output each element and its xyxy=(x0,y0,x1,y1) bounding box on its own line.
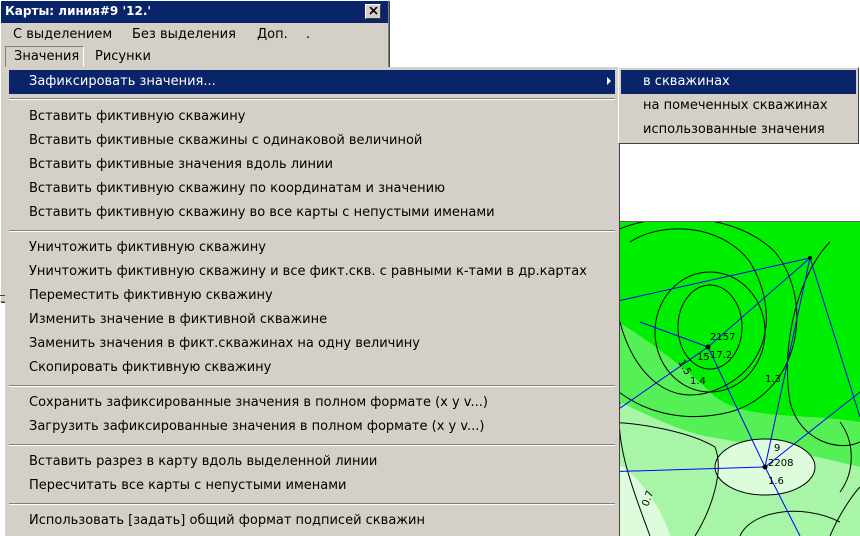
map-label-well-1: 2157 xyxy=(710,332,735,343)
menu-item-label: Вставить разрез в карту вдоль выделенной… xyxy=(29,454,378,469)
close-icon xyxy=(369,7,378,15)
menu-item-unichtozhit[interactable]: Уничтожить фиктивную скважину xyxy=(9,236,615,260)
submenu-item-label: на помеченных скважинах xyxy=(643,98,828,113)
menu-item-label: Вставить фиктивную скважину по координат… xyxy=(29,181,446,196)
menu-separator xyxy=(9,444,615,446)
menubar-bottom: Значения Рисунки xyxy=(1,46,388,68)
menu-item-vstavit-po-koordinatam[interactable]: Вставить фиктивную скважину по координат… xyxy=(9,177,615,201)
menu-separator xyxy=(9,230,615,232)
menu-item-label: Уничтожить фиктивную скважину xyxy=(29,240,266,255)
menu-separator xyxy=(9,385,615,387)
menu-dop[interactable]: Доп. xyxy=(257,27,288,42)
menu-znacheniya[interactable]: Значения xyxy=(5,46,84,68)
window-title-bar[interactable]: Карты: линия#9 '12.' xyxy=(1,1,388,23)
menu-separator xyxy=(9,98,615,100)
submenu-item-na-pomechennykh[interactable]: на помеченных скважинах xyxy=(621,94,856,118)
contour-map-canvas: 2157 1.5 15 17.2 1.4 1.3 9 2208 1.6 0.7 xyxy=(600,222,860,536)
menu-dot[interactable]: . xyxy=(306,27,310,42)
menu-item-sokhranit[interactable]: Сохранить зафиксированные значения в пол… xyxy=(9,391,615,415)
menu-item-skopirovat[interactable]: Скопировать фиктивную скважину xyxy=(9,356,615,380)
menu-item-label: Уничтожить фиктивную скважину и все фикт… xyxy=(29,264,587,279)
map-label-value-1: 17.2 xyxy=(710,350,732,361)
menu-s-vydeleniem[interactable]: С выделением xyxy=(13,27,112,42)
menu-risunki[interactable]: Рисунки xyxy=(95,49,151,64)
menu-item-vstavit-vo-vse-karty[interactable]: Вставить фиктивную скважину во все карты… xyxy=(9,201,615,225)
menu-item-label: Загрузить зафиксированные значения в пол… xyxy=(29,419,485,434)
menu-znacheniya-label: Значения xyxy=(14,49,80,64)
submenu-arrow-icon xyxy=(607,77,611,85)
zafiksirovat-submenu: в скважинах на помеченных скважинах испо… xyxy=(618,67,859,144)
menu-item-unichtozhit-vse[interactable]: Уничтожить фиктивную скважину и все фикт… xyxy=(9,260,615,284)
menu-item-label: Вставить фиктивную скважину во все карты… xyxy=(29,205,495,220)
menu-item-label: Скопировать фиктивную скважину xyxy=(29,360,272,375)
close-button[interactable] xyxy=(365,4,381,19)
menu-item-vstavit-razrez[interactable]: Вставить разрез в карту вдоль выделенной… xyxy=(9,450,615,474)
menu-item-izmenit-znachenie[interactable]: Изменить значение в фиктивной скважине xyxy=(9,308,615,332)
znacheniya-dropdown-menu: Зафиксировать значения... Вставить фикти… xyxy=(5,67,620,536)
contour-map[interactable]: 2157 1.5 15 17.2 1.4 1.3 9 2208 1.6 0.7 xyxy=(600,222,860,536)
menu-item-zafiksirovat[interactable]: Зафиксировать значения... xyxy=(9,70,615,94)
menu-item-label: Сохранить зафиксированные значения в пол… xyxy=(29,395,488,410)
menu-item-vstavit-fikt-vdol-linii[interactable]: Вставить фиктивные значения вдоль линии xyxy=(9,153,615,177)
menu-item-zagruzit[interactable]: Загрузить зафиксированные значения в пол… xyxy=(9,415,615,439)
menu-item-label: Изменить значение в фиктивной скважине xyxy=(29,312,328,327)
menubar-top: С выделением Без выделения Доп. . xyxy=(1,24,388,46)
map-label-value-2: 1.6 xyxy=(768,476,784,487)
map-label-contour-5: 9 xyxy=(774,443,780,454)
menu-separator xyxy=(9,503,615,505)
menu-item-label: Вставить фиктивные значения вдоль линии xyxy=(29,157,333,172)
submenu-item-label: использованные значения xyxy=(643,122,825,137)
menu-item-zafiksirovat-label: Зафиксировать значения... xyxy=(29,74,216,89)
menu-item-label: Заменить значения в фикт.скважинах на од… xyxy=(29,336,420,351)
menu-item-zamenit-znacheniya[interactable]: Заменить значения в фикт.скважинах на од… xyxy=(9,332,615,356)
menu-item-label: Вставить фиктивные скважины с одинаковой… xyxy=(29,133,423,148)
map-label-well-2: 2208 xyxy=(768,458,793,469)
menu-item-vstavit-fikt-skv-odinak[interactable]: Вставить фиктивные скважины с одинаковой… xyxy=(9,129,615,153)
menu-item-label: Вставить фиктивную скважину xyxy=(29,109,246,124)
menu-item-ispolzovat-format[interactable]: Использовать [задать] общий формат подпи… xyxy=(9,509,615,533)
menu-item-label: Переместить фиктивную скважину xyxy=(29,288,273,303)
menu-bez-vydeleniya[interactable]: Без выделения xyxy=(132,27,236,42)
menu-item-peremestit[interactable]: Переместить фиктивную скважину xyxy=(9,284,615,308)
menu-item-pereschitat[interactable]: Пересчитать все карты с непустыми именам… xyxy=(9,474,615,498)
submenu-item-v-skvazhinakh[interactable]: в скважинах xyxy=(621,70,856,94)
window-title: Карты: линия#9 '12.' xyxy=(5,4,152,18)
submenu-item-ispolzovannye[interactable]: использованные значения xyxy=(621,118,856,142)
menu-item-label: Пересчитать все карты с непустыми именам… xyxy=(29,478,347,493)
submenu-item-label: в скважинах xyxy=(643,74,730,89)
map-label-contour-3: 1.4 xyxy=(690,376,706,387)
map-label-contour-4: 1.3 xyxy=(765,374,781,385)
map-label-contour-2: 15 xyxy=(697,352,710,363)
menu-item-label: Использовать [задать] общий формат подпи… xyxy=(29,513,425,528)
menu-item-vstavit-fikt-skv[interactable]: Вставить фиктивную скважину xyxy=(9,105,615,129)
